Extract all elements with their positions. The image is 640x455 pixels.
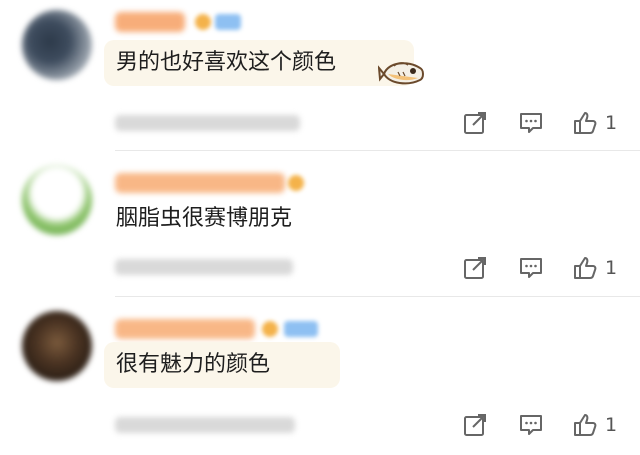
comment-icon <box>520 258 542 278</box>
timestamp-blurred <box>115 417 295 433</box>
reply-button[interactable] <box>516 108 546 138</box>
share-button[interactable] <box>460 410 490 440</box>
share-icon <box>464 414 486 436</box>
thumbs-up-icon <box>574 257 597 279</box>
timestamp-blurred <box>115 259 293 275</box>
share-icon <box>464 112 486 134</box>
share-button[interactable] <box>460 253 490 283</box>
level-badge-icon <box>288 175 304 191</box>
comment-item: 很有魅力的颜色 1 <box>0 297 640 455</box>
comment-text: 男的也好喜欢这个颜色 <box>116 50 337 75</box>
reply-button[interactable] <box>516 253 546 283</box>
comment-icon <box>520 113 542 133</box>
username-blurred[interactable] <box>115 12 185 32</box>
like-button[interactable] <box>570 108 600 138</box>
comment-item: 胭脂虫很赛博朋克 1 <box>0 151 640 296</box>
avatar[interactable] <box>22 10 92 80</box>
username-blurred[interactable] <box>115 319 255 339</box>
share-icon <box>464 257 486 279</box>
username-blurred[interactable] <box>115 173 285 193</box>
like-count: 1 <box>605 112 618 134</box>
fish-sticker-icon <box>378 62 424 85</box>
comment-text: 胭脂虫很赛博朋克 <box>116 206 293 231</box>
timestamp-blurred <box>115 115 300 131</box>
like-count: 1 <box>605 257 618 279</box>
vip-badge-icon <box>284 321 318 337</box>
share-button[interactable] <box>460 108 490 138</box>
comment-item: 男的也好喜欢这个颜色 1 <box>0 0 640 150</box>
level-badge-icon <box>195 14 211 30</box>
avatar[interactable] <box>22 311 92 381</box>
avatar[interactable] <box>22 165 92 235</box>
reply-button[interactable] <box>516 410 546 440</box>
like-count: 1 <box>605 414 618 436</box>
vip-badge-icon <box>215 14 241 30</box>
thumbs-up-icon <box>574 112 597 134</box>
level-badge-icon <box>262 321 278 337</box>
like-button[interactable] <box>570 410 600 440</box>
thumbs-up-icon <box>574 414 597 436</box>
comment-icon <box>520 415 542 435</box>
like-button[interactable] <box>570 253 600 283</box>
comment-text: 很有魅力的颜色 <box>116 352 271 377</box>
